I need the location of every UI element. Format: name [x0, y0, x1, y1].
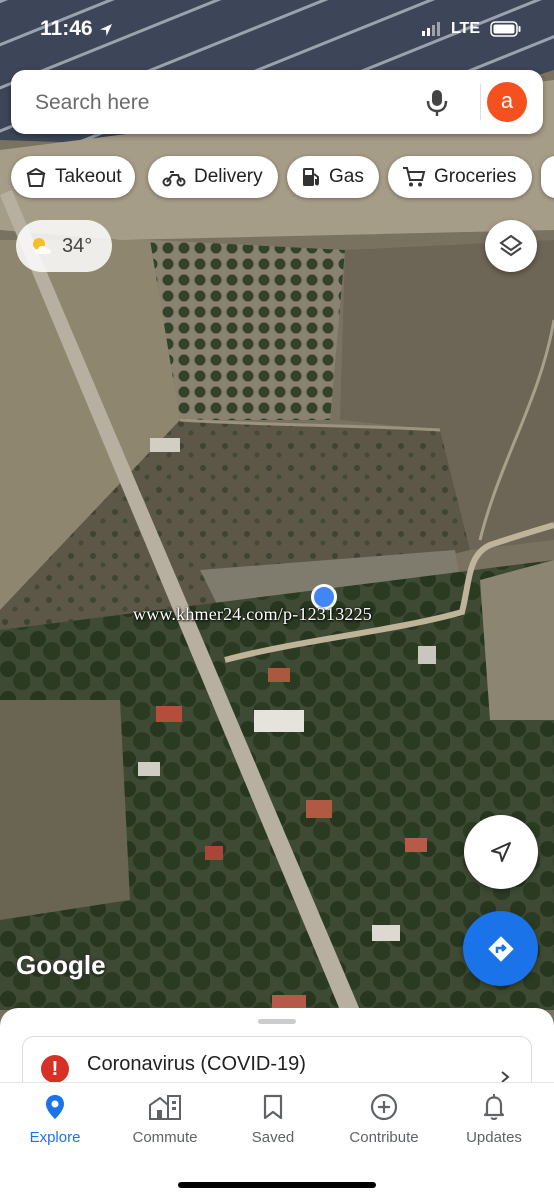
chip-delivery[interactable]: Delivery — [148, 156, 278, 198]
layers-icon — [499, 234, 523, 257]
bookmark-icon — [263, 1094, 283, 1120]
my-location-button[interactable] — [464, 815, 538, 889]
search-bar[interactable]: a — [11, 70, 543, 134]
chip-more[interactable] — [541, 156, 554, 198]
chip-label: Gas — [329, 166, 364, 187]
add-circle-icon — [370, 1093, 398, 1121]
network-type: LTE — [450, 20, 480, 37]
weather-pill[interactable]: 34° — [16, 220, 112, 272]
nav-label: Contribute — [349, 1129, 419, 1146]
status-time: 11:46 — [40, 17, 93, 40]
nav-commute[interactable]: Commute — [110, 1093, 220, 1146]
nav-updates[interactable]: Updates — [439, 1093, 549, 1146]
takeout-icon — [26, 167, 46, 187]
gas-icon — [303, 168, 319, 186]
map-watermark: www.khmer24.com/p-12313225 — [133, 604, 372, 624]
nav-label: Commute — [132, 1129, 198, 1146]
navigation-arrow-icon — [491, 842, 511, 862]
alert-icon: ! — [41, 1055, 69, 1083]
search-input[interactable] — [33, 90, 397, 116]
directions-button[interactable] — [463, 911, 538, 986]
explore-icon — [46, 1095, 64, 1119]
status-right: LTE — [421, 20, 522, 38]
signal-icon — [421, 22, 440, 36]
nav-saved[interactable]: Saved — [218, 1093, 328, 1146]
home-indicator[interactable] — [178, 1182, 376, 1188]
status-bar: 11:46 LTE — [0, 0, 554, 62]
partly-cloudy-icon — [33, 238, 51, 254]
chip-label: Groceries — [434, 166, 517, 187]
chip-label: Takeout — [55, 166, 122, 187]
chip-groceries[interactable]: Groceries — [388, 156, 532, 198]
covid-card-title: Coronavirus (COVID-19) — [87, 1053, 306, 1075]
location-arrow-icon — [100, 24, 112, 36]
microphone-icon[interactable] — [423, 88, 451, 118]
nav-label: Updates — [466, 1129, 522, 1146]
nav-explore[interactable]: Explore — [0, 1093, 110, 1146]
sheet-grabber[interactable] — [258, 1019, 296, 1024]
directions-icon — [487, 935, 514, 962]
chip-takeout[interactable]: Takeout — [11, 156, 135, 198]
layers-button[interactable] — [485, 220, 537, 272]
chip-label: Delivery — [194, 166, 263, 187]
nav-label: Saved — [251, 1129, 295, 1146]
search-divider — [480, 84, 481, 120]
google-logo: Google — [16, 950, 106, 980]
nav-contribute[interactable]: Contribute — [329, 1093, 439, 1146]
battery-icon — [490, 21, 521, 37]
nav-label: Explore — [29, 1129, 81, 1146]
temperature: 34° — [62, 234, 93, 257]
avatar[interactable]: a — [487, 82, 527, 122]
commute-icon — [149, 1095, 181, 1120]
delivery-icon — [162, 171, 186, 187]
cart-icon — [403, 167, 426, 187]
bell-icon — [483, 1094, 505, 1120]
bottom-sheet[interactable]: ! Coronavirus (COVID-19) — [0, 1008, 554, 1106]
chip-gas[interactable]: Gas — [287, 156, 379, 198]
